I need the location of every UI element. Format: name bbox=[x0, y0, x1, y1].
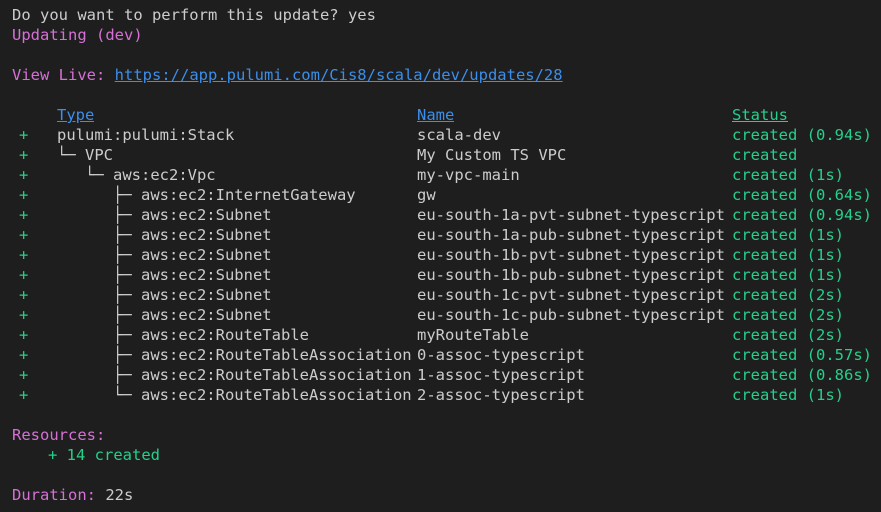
row-type: pulumi:pulumi:Stack bbox=[57, 126, 235, 144]
row-op-marker: + bbox=[19, 246, 29, 264]
row-op-marker: + bbox=[19, 126, 29, 144]
row-name: gw bbox=[417, 186, 436, 204]
row-status: created (1s) bbox=[732, 266, 844, 284]
row-type: ├─ aws:ec2:InternetGateway bbox=[57, 186, 356, 204]
duration-line: Duration: 22s bbox=[12, 485, 133, 505]
row-type: ├─ aws:ec2:RouteTable bbox=[57, 326, 309, 344]
row-name: eu-south-1c-pub-subnet-typescript bbox=[417, 306, 725, 324]
row-name: eu-south-1a-pvt-subnet-typescript bbox=[417, 206, 725, 224]
row-type: ├─ aws:ec2:Subnet bbox=[57, 286, 272, 304]
row-type: ├─ aws:ec2:Subnet bbox=[57, 306, 272, 324]
row-name: eu-south-1b-pvt-subnet-typescript bbox=[417, 246, 725, 264]
confirm-answer: yes bbox=[347, 6, 376, 24]
row-name: 1-assoc-typescript bbox=[417, 366, 585, 384]
view-live-label: View Live: bbox=[12, 66, 106, 84]
row-name: eu-south-1b-pub-subnet-typescript bbox=[417, 266, 725, 284]
row-type: ├─ aws:ec2:RouteTableAssociation bbox=[57, 366, 412, 384]
view-live-line: View Live: https://app.pulumi.com/Cis8/s… bbox=[12, 65, 563, 85]
row-name: myRouteTable bbox=[417, 326, 529, 344]
resources-summary: + 14 created bbox=[48, 446, 160, 464]
status-column-header: Status bbox=[732, 106, 788, 124]
row-op-marker: + bbox=[19, 146, 29, 164]
row-op-marker: + bbox=[19, 326, 29, 344]
row-type: └─ VPC bbox=[57, 146, 113, 164]
row-name: eu-south-1a-pub-subnet-typescript bbox=[417, 226, 725, 244]
name-column-header: Name bbox=[417, 106, 455, 124]
row-status: created (1s) bbox=[732, 246, 844, 264]
view-live-link[interactable]: https://app.pulumi.com/Cis8/scala/dev/up… bbox=[115, 66, 563, 84]
row-type: ├─ aws:ec2:Subnet bbox=[57, 226, 272, 244]
terminal: Do you want to perform this update? yes … bbox=[0, 0, 881, 512]
row-op-marker: + bbox=[19, 366, 29, 384]
row-status: created (0.57s) bbox=[732, 346, 872, 364]
row-type: └─ aws:ec2:Vpc bbox=[57, 166, 216, 184]
row-status: created (0.86s) bbox=[732, 366, 872, 384]
row-status: created bbox=[732, 146, 798, 164]
row-status: created (0.94s) bbox=[732, 206, 872, 224]
row-op-marker: + bbox=[19, 206, 29, 224]
updating-status: Updating (dev) bbox=[12, 26, 143, 44]
resources-section: Resources: bbox=[12, 425, 105, 445]
row-type: ├─ aws:ec2:Subnet bbox=[57, 206, 272, 224]
resource-table: Type Name Status + pulumi:pulumi:Stack sca… bbox=[0, 106, 881, 404]
row-status: created (0.94s) bbox=[732, 126, 872, 144]
resources-label: Resources: bbox=[12, 426, 106, 444]
row-type: ├─ aws:ec2:RouteTableAssociation bbox=[57, 346, 412, 364]
row-status: created (2s) bbox=[732, 326, 844, 344]
row-status: created (2s) bbox=[732, 286, 844, 304]
row-op-marker: + bbox=[19, 266, 29, 284]
row-name: eu-south-1c-pvt-subnet-typescript bbox=[417, 286, 725, 304]
row-type: └─ aws:ec2:RouteTableAssociation bbox=[57, 386, 412, 404]
row-op-marker: + bbox=[19, 306, 29, 324]
type-column-header: Type bbox=[57, 106, 95, 124]
confirm-question: Do you want to perform this update? bbox=[12, 6, 339, 24]
row-name: my-vpc-main bbox=[417, 166, 520, 184]
confirm-prompt: Do you want to perform this update? yes bbox=[12, 5, 376, 25]
row-name: scala-dev bbox=[417, 126, 501, 144]
row-status: created (1s) bbox=[732, 386, 844, 404]
row-status: created (1s) bbox=[732, 226, 844, 244]
row-name: My Custom TS VPC bbox=[417, 146, 567, 164]
row-type: ├─ aws:ec2:Subnet bbox=[57, 266, 272, 284]
duration-label: Duration: bbox=[12, 486, 96, 504]
row-op-marker: + bbox=[19, 166, 29, 184]
row-status: created (2s) bbox=[732, 306, 844, 324]
row-status: created (1s) bbox=[732, 166, 844, 184]
row-name: 0-assoc-typescript bbox=[417, 346, 585, 364]
row-status: created (0.64s) bbox=[732, 186, 872, 204]
row-name: 2-assoc-typescript bbox=[417, 386, 585, 404]
duration-value: 22s bbox=[105, 486, 134, 504]
row-op-marker: + bbox=[19, 346, 29, 364]
row-type: ├─ aws:ec2:Subnet bbox=[57, 246, 272, 264]
row-op-marker: + bbox=[19, 226, 29, 244]
row-op-marker: + bbox=[19, 186, 29, 204]
row-op-marker: + bbox=[19, 386, 29, 404]
row-op-marker: + bbox=[19, 286, 29, 304]
